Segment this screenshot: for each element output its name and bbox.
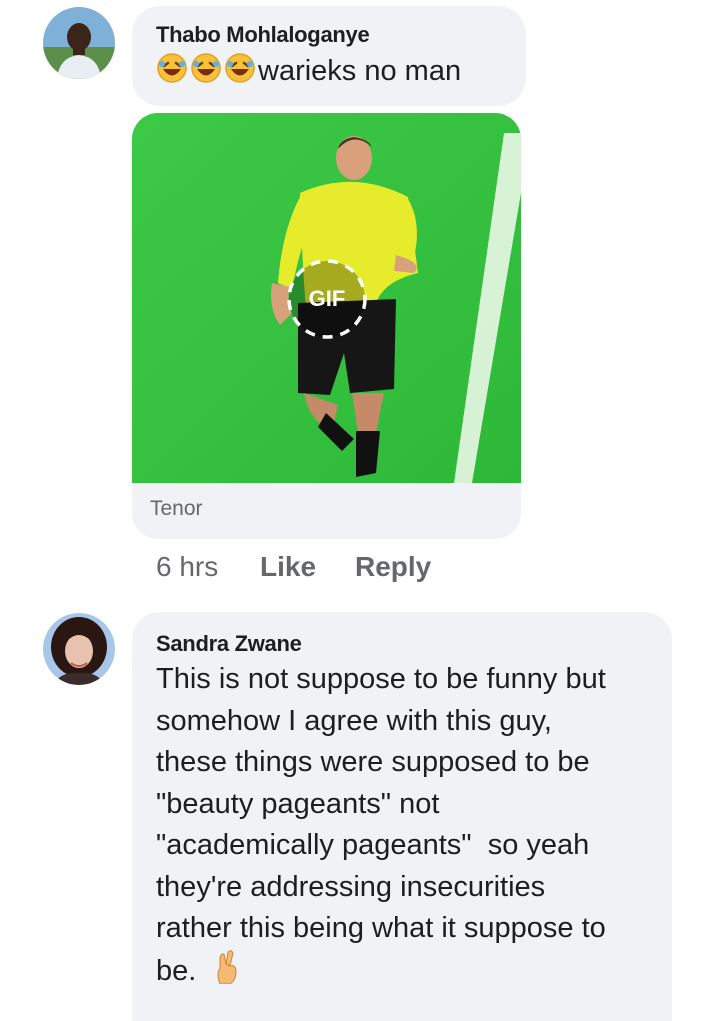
- comment-text-line-last: be.: [156, 949, 666, 997]
- avatar-sandra[interactable]: [43, 613, 115, 685]
- avatar-photo: [43, 7, 115, 79]
- comment-text-line: these things were supposed to be: [156, 746, 590, 778]
- reply-button[interactable]: Reply: [355, 551, 431, 583]
- comment-author[interactable]: Sandra Zwane: [156, 631, 302, 657]
- comment-text-line: be.: [156, 954, 197, 987]
- rolling-on-floor-laughing-icon: [156, 52, 188, 97]
- gif-source-label: Tenor: [150, 497, 203, 520]
- comment-text-line: "academically pageants" so yeah: [156, 829, 590, 861]
- comment-timestamp: 6 hrs: [156, 551, 219, 582]
- comment-text-line: "beauty pageants" not: [156, 787, 440, 820]
- comment-text: This is not suppose to be funny but some…: [156, 659, 666, 996]
- comment-text-line: somehow I agree with this guy,: [156, 704, 552, 737]
- gif-badge[interactable]: GIF: [284, 256, 370, 342]
- comment-author[interactable]: Thabo Mohlaloganye: [156, 22, 370, 48]
- rolling-on-floor-laughing-icon: [190, 52, 222, 97]
- avatar-photo: [43, 613, 115, 685]
- avatar-thabo[interactable]: [43, 7, 115, 79]
- comment-text: warieks no man: [156, 51, 461, 97]
- comment-text-line: rather this being what it suppose to: [156, 912, 606, 944]
- gif-attachment[interactable]: GIF Tenor: [132, 113, 521, 539]
- comment-text-body: warieks no man: [258, 55, 462, 87]
- comment-text-line: This is not suppose to be funny but: [156, 663, 606, 695]
- gif-badge-label: GIF: [308, 286, 346, 311]
- like-button[interactable]: Like: [260, 551, 316, 583]
- crossed-fingers-icon: [214, 949, 240, 997]
- comment-text-line: they're addressing insecurities: [156, 870, 546, 903]
- rolling-on-floor-laughing-icon: [224, 52, 256, 97]
